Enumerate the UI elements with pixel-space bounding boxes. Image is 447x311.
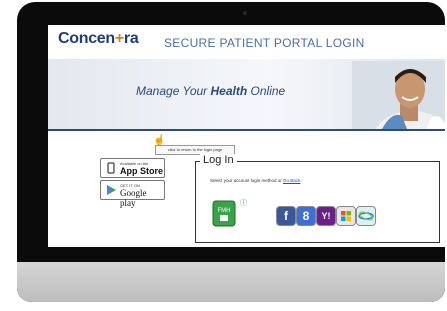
play-icon: [107, 185, 116, 195]
login-instruction: Select your account login method or Go B…: [210, 178, 302, 183]
go-back-link[interactable]: Go Back: [283, 178, 300, 183]
facebook-login-icon[interactable]: f: [276, 206, 296, 226]
camera-dot: [243, 11, 247, 15]
hero-banner: Manage Your Health Online: [48, 59, 445, 129]
google-play-badge[interactable]: GET IT ON Google play: [100, 180, 165, 208]
google-login-icon[interactable]: 8: [296, 206, 316, 226]
app-store-badge[interactable]: Available on the App Store: [100, 158, 165, 178]
yahoo-login-icon[interactable]: Y!: [316, 206, 336, 226]
header-divider: [48, 129, 445, 131]
banner-tagline: Manage Your Health Online: [136, 84, 286, 98]
page-title: SECURE PATIENT PORTAL LOGIN: [164, 36, 365, 50]
microsoft-login-icon[interactable]: [336, 206, 356, 226]
login-title: Log In: [200, 154, 237, 166]
fmh-login-button[interactable]: FMH: [212, 200, 236, 227]
other-provider-login-icon[interactable]: [356, 206, 376, 226]
svg-text:FMH: FMH: [218, 208, 231, 214]
phone-icon: [107, 162, 115, 174]
doctor-photo: [352, 61, 445, 129]
monitor-chin: [17, 262, 445, 302]
info-icon[interactable]: ⓘ: [240, 198, 247, 208]
imac-monitor: Concen+ra SECURE PATIENT PORTAL LOGIN Ma…: [17, 2, 445, 302]
login-panel: Log In Select your account login method …: [195, 154, 440, 243]
browser-screen: Concen+ra SECURE PATIENT PORTAL LOGIN Ma…: [48, 25, 445, 247]
concentra-logo[interactable]: Concen+ra: [58, 30, 139, 48]
portal-header: Concen+ra SECURE PATIENT PORTAL LOGIN: [48, 25, 445, 59]
